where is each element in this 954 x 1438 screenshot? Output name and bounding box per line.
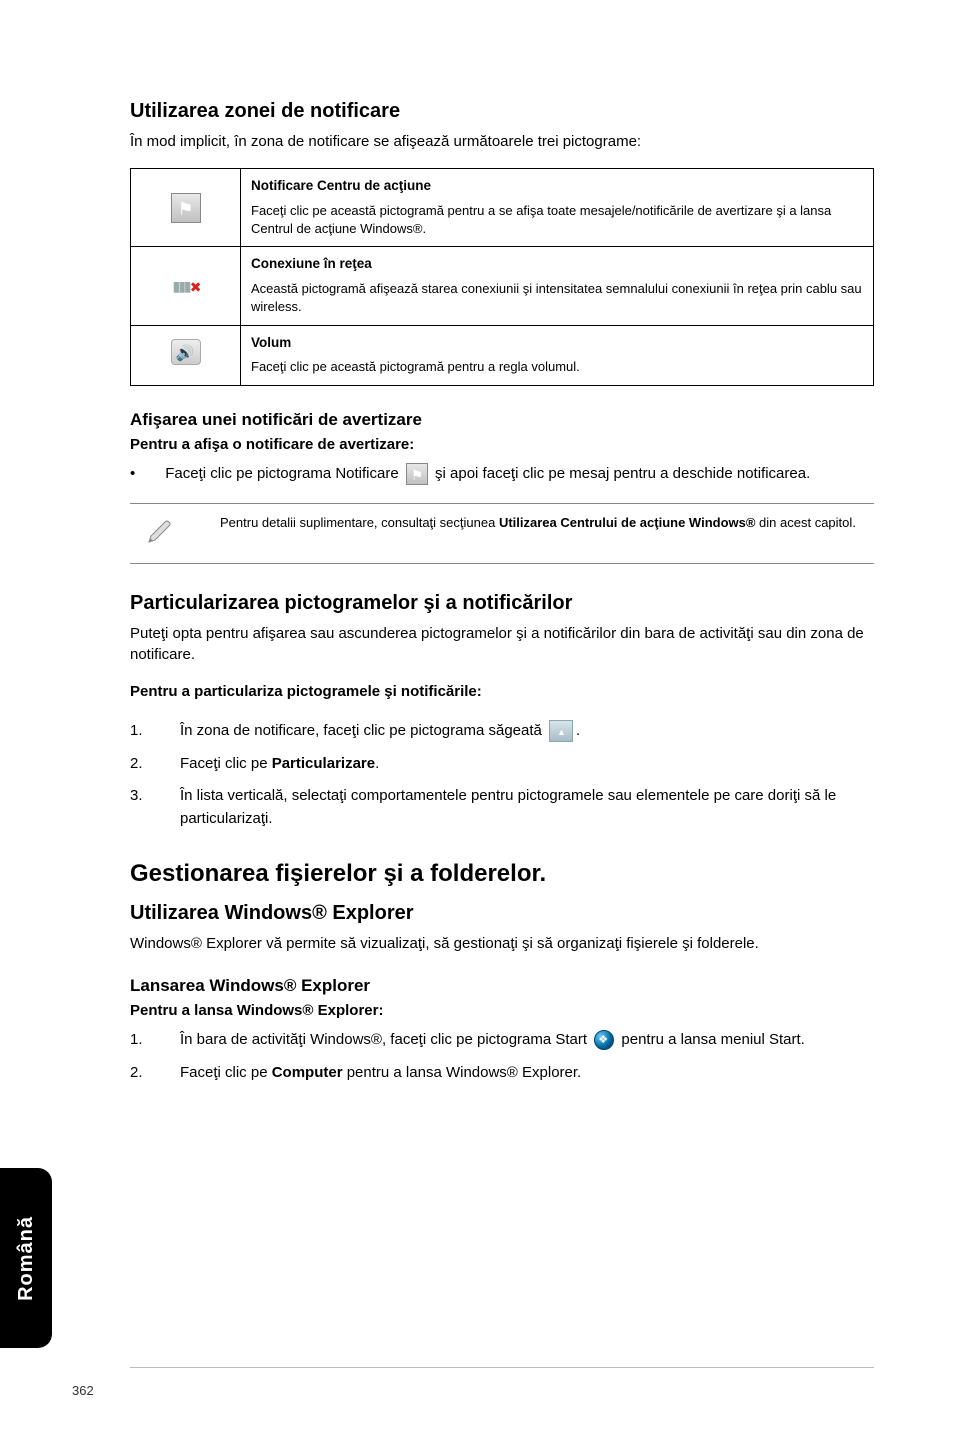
step-bold: Computer	[272, 1064, 343, 1081]
step-number: 3.	[130, 785, 150, 830]
step-text-post: pentru a lansa Windows® Explorer.	[343, 1064, 582, 1081]
step-text: În zona de notificare, faceţi clic pe pi…	[180, 722, 546, 739]
row-desc: Faceţi clic pe această pictogramă pentru…	[251, 203, 831, 236]
lead-customize: Pentru a particulariza pictogramele şi n…	[130, 683, 874, 700]
note-text-pre: Pentru detalii suplimentare, consultaţi …	[220, 515, 499, 530]
heading-windows-explorer: Utilizarea Windows® Explorer	[130, 902, 874, 925]
start-orb-icon	[594, 1030, 614, 1050]
notification-flag-icon	[406, 463, 428, 485]
step-text-post: .	[375, 755, 379, 772]
bullet-text-post: şi apoi faceţi clic pe mesaj pentru a de…	[435, 465, 810, 482]
side-tab-label: Română	[15, 1216, 38, 1301]
step-number: 1.	[130, 1029, 150, 1052]
step-text: În lista verticală, selectaţi comportame…	[180, 785, 874, 830]
page-number: 362	[72, 1383, 94, 1398]
bullet-text-pre: Faceţi clic pe pictograma Notificare	[165, 465, 403, 482]
row-desc: Faceţi clic pe această pictogramă pentru…	[251, 359, 580, 374]
explorer-intro: Windows® Explorer vă permite să vizualiz…	[130, 933, 874, 954]
note-text-post: din acest capitol.	[755, 515, 855, 530]
step-number: 2.	[130, 1062, 150, 1085]
step-number: 1.	[130, 720, 150, 743]
step-text: Faceţi clic pe	[180, 1064, 272, 1081]
note-box: Pentru detalii suplimentare, consultaţi …	[130, 503, 874, 564]
arrow-up-icon	[549, 720, 573, 742]
bullet-char: •	[130, 463, 135, 486]
action-center-icon	[171, 193, 201, 223]
customize-intro: Puteţi opta pentru afişarea sau ascunder…	[130, 623, 874, 665]
note-text-bold: Utilizarea Centrului de acţiune Windows®	[499, 515, 756, 530]
step-text: În bara de activităţi Windows®, faceţi c…	[180, 1031, 591, 1048]
footer-divider	[130, 1367, 874, 1368]
step-text: Faceţi clic pe	[180, 755, 272, 772]
bullet-item: • Faceţi clic pe pictograma Notificare ş…	[130, 463, 874, 486]
network-icon	[171, 270, 201, 296]
lead-show-warning: Pentru a afişa o notificare de avertizar…	[130, 436, 874, 453]
row-title: Conexiune în reţea	[251, 255, 863, 274]
step-text-post: .	[576, 722, 580, 739]
notification-icons-table: Notificare Centru de acţiune Faceţi clic…	[130, 168, 874, 386]
intro-text: În mod implicit, în zona de notificare s…	[130, 131, 874, 152]
heading-manage-files: Gestionarea fişierelor şi a folderelor.	[130, 860, 874, 888]
pen-icon	[130, 514, 190, 553]
step-number: 2.	[130, 753, 150, 776]
step-bold: Particularizare	[272, 755, 375, 772]
language-side-tab: Română	[0, 1168, 52, 1348]
launch-steps: 1. În bara de activităţi Windows®, faceţ…	[130, 1029, 874, 1084]
lead-launch-explorer: Pentru a lansa Windows® Explorer:	[130, 1002, 874, 1019]
heading-customize-icons: Particularizarea pictogramelor şi a noti…	[130, 592, 874, 615]
heading-show-warning: Afişarea unei notificări de avertizare	[130, 410, 874, 430]
heading-launch-explorer: Lansarea Windows® Explorer	[130, 976, 874, 996]
customize-steps: 1. În zona de notificare, faceţi clic pe…	[130, 720, 874, 830]
row-desc: Această pictogramă afişează starea conex…	[251, 281, 862, 314]
row-title: Notificare Centru de acţiune	[251, 177, 863, 196]
volume-icon	[171, 339, 201, 365]
heading-notification-area: Utilizarea zonei de notificare	[130, 100, 874, 123]
row-title: Volum	[251, 334, 863, 353]
step-text-post: pentru a lansa meniul Start.	[621, 1031, 804, 1048]
